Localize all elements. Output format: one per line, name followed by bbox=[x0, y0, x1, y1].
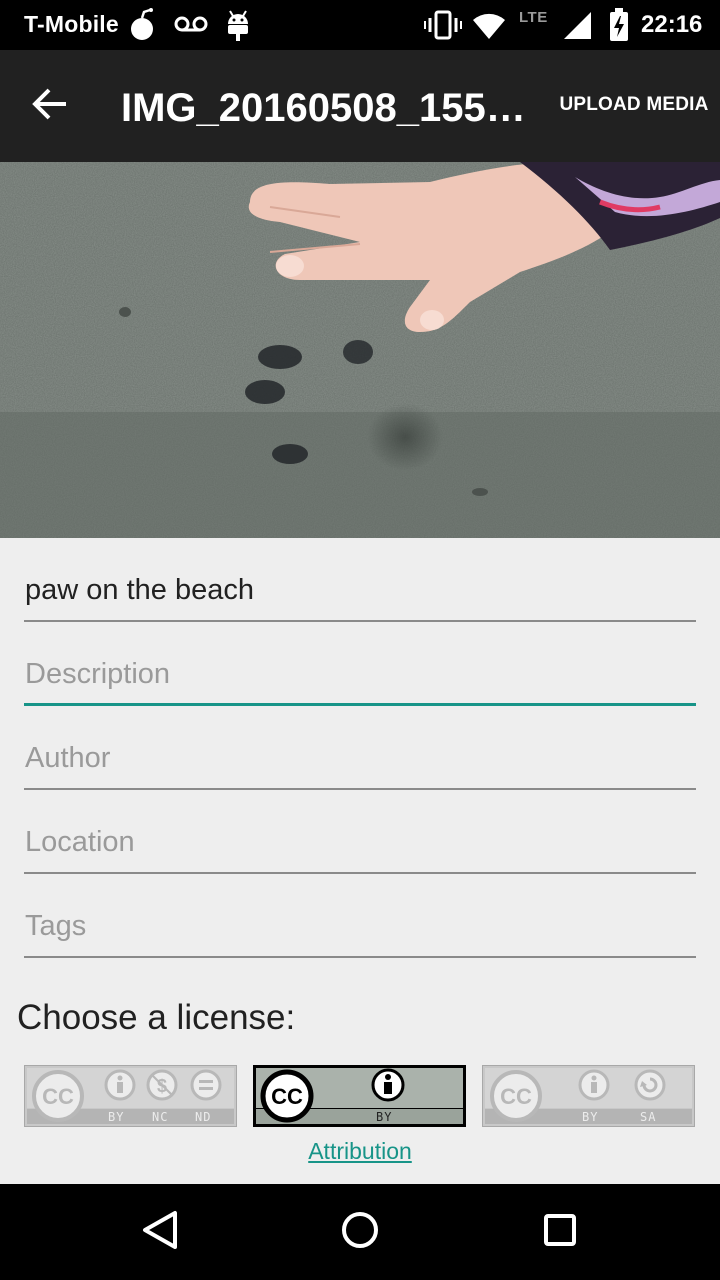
status-bar: T-Mobile LTE 22:16 bbox=[0, 0, 720, 50]
by-by-label: BY bbox=[376, 1110, 393, 1124]
back-triangle-icon bbox=[140, 1210, 180, 1255]
clock-time: 22:16 bbox=[641, 11, 703, 38]
back-button[interactable] bbox=[22, 78, 78, 134]
android-debug-icon bbox=[224, 8, 252, 47]
photo-preview bbox=[0, 162, 720, 538]
system-nav-bar bbox=[0, 1184, 720, 1280]
svg-text:CC: CC bbox=[271, 1084, 303, 1109]
description-placeholder: Description bbox=[25, 658, 171, 690]
license-cc-by-labels: BY bbox=[253, 1110, 466, 1124]
nav-home-button[interactable] bbox=[320, 1202, 400, 1262]
vibrate-icon bbox=[424, 10, 462, 45]
nc-nd-nd-label: ND bbox=[195, 1110, 212, 1124]
nav-back-button[interactable] bbox=[120, 1202, 200, 1262]
selected-license-link[interactable]: Attribution bbox=[260, 1138, 460, 1165]
home-circle-icon bbox=[340, 1210, 380, 1255]
nav-recents-button[interactable] bbox=[520, 1202, 600, 1262]
title-field-value: paw on the beach bbox=[25, 574, 254, 606]
carrier-label: T-Mobile bbox=[24, 11, 119, 37]
tags-field[interactable]: Tags bbox=[24, 898, 696, 958]
app-toolbar: IMG_20160508_1558… UPLOAD MEDIA bbox=[0, 50, 720, 162]
location-field[interactable]: Location bbox=[24, 814, 696, 874]
voicemail-icon bbox=[174, 16, 208, 39]
signal-icon bbox=[562, 10, 592, 45]
battery-charging-icon bbox=[609, 8, 629, 47]
svg-text:CC: CC bbox=[500, 1084, 532, 1109]
upload-form: paw on the beach Description Author Loca… bbox=[0, 538, 720, 1184]
bomb-icon bbox=[128, 8, 158, 47]
file-title: IMG_20160508_1558… bbox=[121, 86, 541, 130]
license-heading: Choose a license: bbox=[17, 998, 296, 1037]
by-sa-by-label: BY bbox=[582, 1110, 599, 1124]
network-type-label: LTE bbox=[519, 9, 548, 26]
license-cc-by-nc-nd-labels: BY NC ND bbox=[24, 1110, 237, 1124]
recents-square-icon bbox=[540, 1210, 580, 1255]
author-field[interactable]: Author bbox=[24, 730, 696, 790]
nc-nd-nc-label: NC bbox=[152, 1110, 169, 1124]
nc-nd-by-label: BY bbox=[108, 1110, 125, 1124]
arrow-back-icon bbox=[32, 88, 68, 125]
location-placeholder: Location bbox=[25, 826, 135, 858]
author-placeholder: Author bbox=[25, 742, 111, 774]
wifi-icon bbox=[472, 12, 506, 45]
upload-media-button[interactable]: UPLOAD MEDIA bbox=[556, 94, 712, 116]
description-field[interactable]: Description bbox=[24, 646, 696, 706]
svg-text:CC: CC bbox=[42, 1084, 74, 1109]
title-field[interactable]: paw on the beach bbox=[24, 562, 696, 622]
license-cc-by-sa-labels: BY SA bbox=[482, 1110, 695, 1124]
by-sa-sa-label: SA bbox=[640, 1110, 657, 1124]
tags-placeholder: Tags bbox=[25, 910, 87, 942]
